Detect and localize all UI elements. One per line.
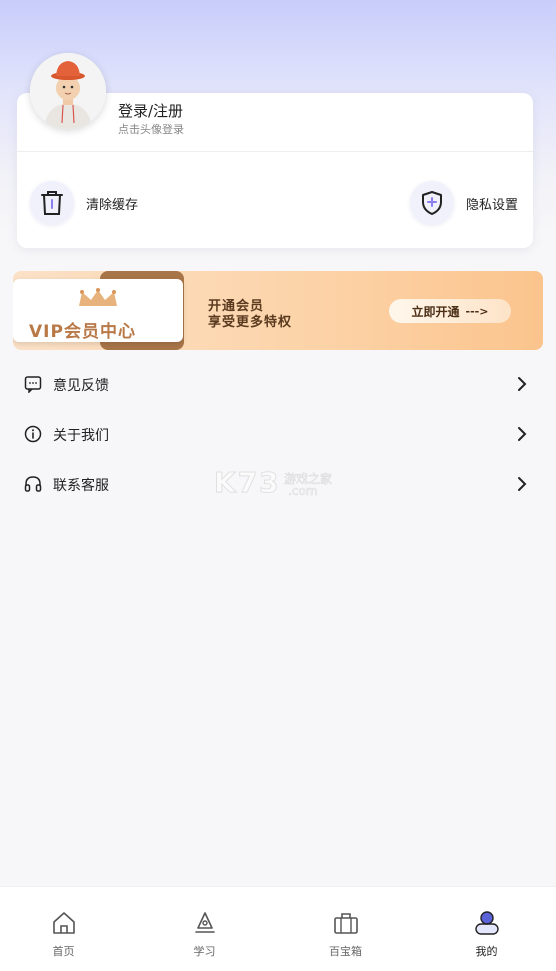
headset-icon <box>24 476 42 492</box>
tab-label-toolbox: 百宝箱 <box>329 945 362 958</box>
tab-toolbox[interactable]: 百宝箱 <box>276 887 415 971</box>
tab-mine[interactable]: 我的 <box>417 887 556 971</box>
user-icon <box>474 911 499 935</box>
tab-label-mine: 我的 <box>475 945 498 958</box>
chevron-right-icon <box>518 477 527 491</box>
vip-open-button[interactable]: 立即开通 ---> <box>389 299 511 323</box>
tab-label-study: 学习 <box>193 945 216 958</box>
shield-icon <box>410 181 454 225</box>
login-title[interactable]: 登录/注册 <box>118 100 183 121</box>
home-icon <box>52 912 75 934</box>
menu-item-about[interactable]: 关于我们 <box>0 409 556 459</box>
menu-label-about: 关于我们 <box>53 428 109 444</box>
vip-title: VIP会员中心 <box>29 322 136 342</box>
tab-home[interactable]: 首页 <box>0 887 133 971</box>
privacy-settings-label: 隐私设置 <box>466 197 519 213</box>
watermark-sub2: .com <box>288 484 318 499</box>
study-icon <box>194 912 215 933</box>
message-icon <box>24 376 42 393</box>
chevron-right-icon <box>518 427 527 441</box>
login-subtitle: 点击头像登录 <box>118 123 184 136</box>
divider <box>17 151 533 152</box>
toolbox-icon <box>333 913 358 934</box>
menu-label-support: 联系客服 <box>53 478 109 494</box>
vip-line2: 享受更多特权 <box>208 315 293 330</box>
watermark: K73 游戏之家 .com <box>214 466 344 502</box>
menu-label-feedback: 意见反馈 <box>53 378 109 394</box>
trash-icon <box>30 181 74 225</box>
tab-bar: 首页 学习 百宝箱 我的 <box>0 886 556 971</box>
clear-cache-label: 清除缓存 <box>86 197 139 213</box>
crown-icon <box>79 288 117 306</box>
menu-item-feedback[interactable]: 意见反馈 <box>0 359 556 409</box>
privacy-settings-button[interactable]: 隐私设置 <box>410 181 518 225</box>
tab-study[interactable]: 学习 <box>135 887 274 971</box>
info-icon <box>24 425 42 443</box>
arrow-right-icon: ---> <box>465 304 489 318</box>
chevron-right-icon <box>518 377 527 391</box>
vip-open-label: 立即开通 <box>411 304 460 319</box>
vip-banner[interactable]: VIP会员中心 开通会员 享受更多特权 立即开通 ---> <box>13 271 543 350</box>
watermark-main: K73 <box>214 466 281 500</box>
avatar[interactable] <box>30 53 106 129</box>
vip-card: VIP会员中心 <box>13 279 183 342</box>
clear-cache-button[interactable]: 清除缓存 <box>30 181 138 225</box>
tab-label-home: 首页 <box>52 945 75 958</box>
